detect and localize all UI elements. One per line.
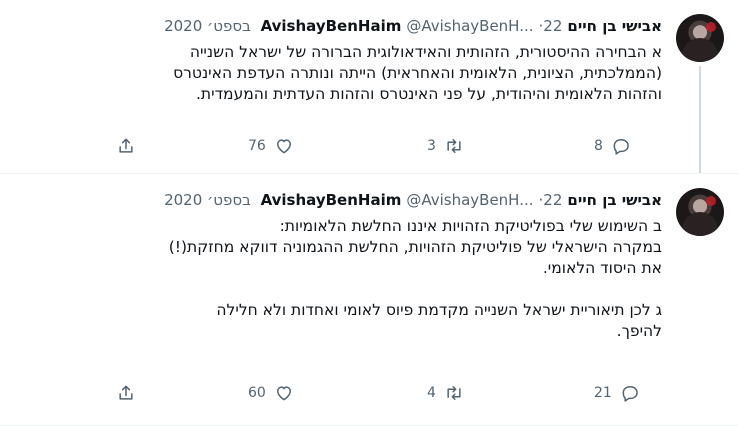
- tweet-text-line: במקרה הישראלי של פוליטיקת הזהויות, החלשת…: [168, 238, 662, 256]
- retweet-count: 4: [427, 385, 436, 401]
- tweet-text-line: את היסוד הלאומי.: [542, 259, 662, 277]
- tweet-thread: אבישי בן חייםAvishayBenHaim @AvishayBenH.…: [0, 0, 738, 426]
- tweet-text-line: להיפך.: [616, 322, 662, 340]
- tweet-1[interactable]: אבישי בן חיים AvishayBenHaim @AvishayBenH.…: [0, 0, 738, 174]
- tweet-header: אבישי בן חיים AvishayBenHaim @AvishayBenH.…: [159, 190, 662, 210]
- tweet-actions: 8 3 76: [0, 131, 738, 161]
- author-display-handle[interactable]: AvishayBenHaim: [261, 17, 402, 35]
- tweet-text-line: ג לכן תיאוריית ישראל השנייה מקדמת פיוס ל…: [216, 301, 662, 319]
- avatar[interactable]: [676, 14, 724, 62]
- tweet-2[interactable]: אבישי בן חיים AvishayBenHaim @AvishayBenH.…: [0, 174, 738, 426]
- reply-count: 21: [594, 385, 612, 401]
- retweet-button[interactable]: 4: [427, 378, 464, 408]
- like-button[interactable]: 60: [248, 378, 294, 408]
- tweet-text-line: (הממלכתית, הציונית, הלאומית והאחראית) הי…: [173, 64, 662, 82]
- author-handle[interactable]: @AvishayBenH...: [406, 17, 533, 35]
- author-display-handle[interactable]: AvishayBenHaim: [261, 191, 402, 209]
- reply-button[interactable]: 21: [594, 378, 640, 408]
- share-icon: [119, 138, 133, 153]
- reply-icon: [613, 139, 629, 155]
- retweet-count: 3: [427, 138, 436, 154]
- heart-icon: [276, 386, 291, 401]
- author-name[interactable]: אבישי בן חיים: [567, 17, 662, 35]
- author-handle[interactable]: @AvishayBenH...: [406, 191, 533, 209]
- like-button[interactable]: 76: [248, 131, 294, 161]
- retweet-icon: [447, 386, 461, 400]
- heart-icon: [276, 139, 291, 154]
- reply-count: 8: [594, 138, 603, 154]
- reply-icon: [622, 386, 638, 402]
- tweet-actions: 21 4 60: [0, 378, 738, 408]
- share-button[interactable]: [116, 378, 136, 408]
- avatar[interactable]: [676, 188, 724, 236]
- tweet-text: א הבחירה ההיסטורית, הזהותית והאידאולוגית…: [14, 42, 662, 105]
- share-button[interactable]: [116, 131, 136, 161]
- retweet-button[interactable]: 3: [427, 131, 464, 161]
- like-count: 60: [248, 385, 266, 401]
- author-name[interactable]: אבישי בן חיים: [567, 191, 662, 209]
- share-icon: [119, 385, 133, 400]
- tweet-header: אבישי בן חיים AvishayBenHaim @AvishayBenH.…: [159, 16, 662, 36]
- tweet-text-line: א הבחירה ההיסטורית, הזהותית והאידאולוגית…: [189, 43, 662, 61]
- like-count: 76: [248, 138, 266, 154]
- tweet-text: ב השימוש שלי בפוליטיקת הזהויות איננו החל…: [14, 216, 662, 342]
- retweet-icon: [447, 139, 461, 153]
- tweet-text-line: ב השימוש שלי בפוליטיקת הזהויות איננו החל…: [279, 217, 662, 235]
- reply-button[interactable]: 8: [594, 131, 631, 161]
- tweet-text-line: והזהות הלאומית והיהודית, על פני האינטרס …: [196, 85, 662, 103]
